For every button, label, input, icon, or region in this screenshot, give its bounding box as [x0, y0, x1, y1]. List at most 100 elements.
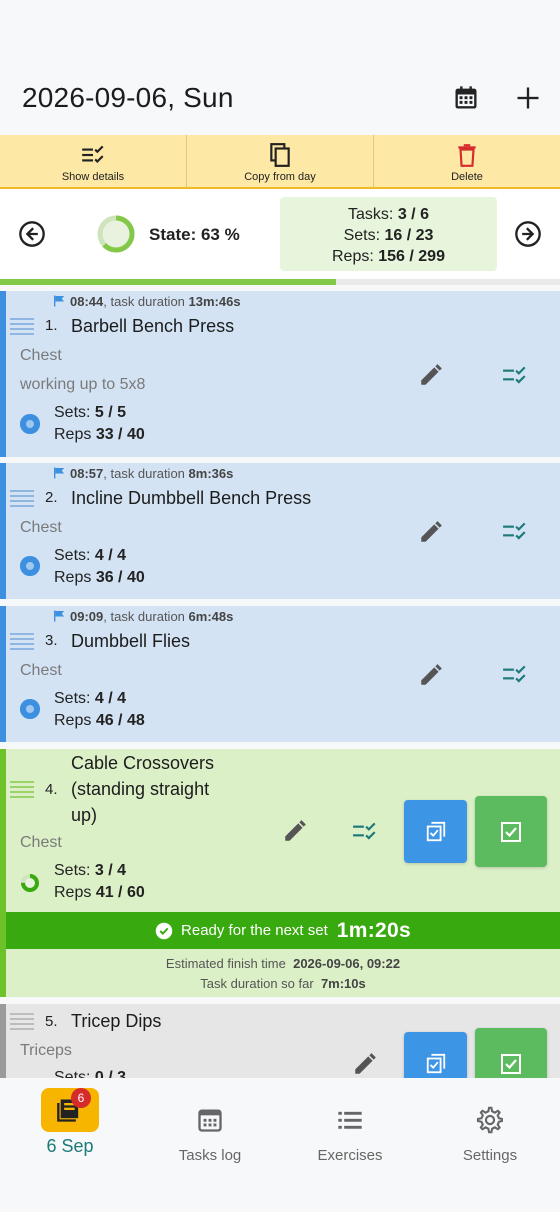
- task-muscle: Chest: [20, 662, 62, 679]
- task-card-3[interactable]: 09:09, task duration 6m:48s 3. Dumbbell …: [0, 606, 560, 742]
- copy-from-day-label: Copy from day: [244, 171, 316, 183]
- log-set-details-button[interactable]: [404, 1032, 467, 1078]
- task-name-line: up): [71, 805, 98, 825]
- rest-timer-banner: Ready for the next set 1m:20s: [6, 912, 560, 949]
- pencil-icon[interactable]: [418, 362, 444, 388]
- est-label: Estimated finish time: [165, 956, 286, 971]
- complete-set-button[interactable]: [475, 1028, 547, 1078]
- task-meta: 08:44, task duration 13m:46s: [70, 294, 241, 309]
- reps-label: Reps: [54, 569, 92, 586]
- copy-from-day-button[interactable]: Copy from day: [187, 135, 374, 187]
- task-number: 3.: [45, 632, 58, 649]
- app-header: 2026-09-06, Sun: [0, 0, 560, 135]
- reps-value: 36 / 40: [95, 569, 145, 586]
- reps-value: 46 / 48: [95, 712, 145, 729]
- delete-day-button[interactable]: Delete: [374, 135, 560, 187]
- drag-handle-icon[interactable]: [10, 490, 34, 510]
- task-reps: Reps 46 / 48: [54, 712, 145, 730]
- checklist-icon: [82, 145, 104, 164]
- state-value: 63 %: [200, 225, 240, 244]
- estimate-panel: Estimated finish time 2026-09-06, 09:22 …: [6, 951, 560, 996]
- pencil-icon[interactable]: [418, 662, 444, 688]
- arrow-right-circle-icon[interactable]: [514, 220, 542, 248]
- sets-label: Sets:: [54, 690, 91, 707]
- task-reps: Reps 33 / 40: [54, 426, 145, 444]
- tasks-badge: 6: [71, 1088, 91, 1108]
- drag-handle-icon[interactable]: [10, 633, 34, 653]
- flag-icon: [54, 295, 65, 307]
- complete-set-button[interactable]: [475, 796, 547, 867]
- bottom-navigation: 6 6 Sep Tasks log Exercises Settings: [0, 1078, 560, 1212]
- task-muscle: Chest: [20, 347, 62, 364]
- sets-value: 4 / 4: [94, 547, 127, 564]
- task-card-5[interactable]: 5. Tricep Dips Triceps Sets: 0 / 3: [0, 1004, 560, 1078]
- drag-handle-icon[interactable]: [10, 781, 34, 801]
- plus-icon[interactable]: [514, 84, 542, 112]
- tab-tasks-log-label: Tasks log: [178, 1147, 242, 1164]
- estimated-finish: Estimated finish time 2026-09-06, 09:22: [6, 954, 560, 974]
- tasks-count: Tasks: 3 / 6: [280, 204, 497, 225]
- checklist-icon[interactable]: [352, 818, 378, 844]
- sets-label: Sets:: [54, 404, 91, 421]
- checklist-icon[interactable]: [502, 362, 528, 388]
- task-note: working up to 5x8: [20, 376, 146, 393]
- calendar-icon[interactable]: [452, 84, 480, 112]
- task-name[interactable]: Cable Crossovers (standing straight up): [71, 750, 214, 828]
- reps-count: Reps: 156 / 299: [280, 246, 497, 267]
- reps-value: 41 / 60: [95, 884, 145, 901]
- flag-icon: [54, 610, 65, 622]
- task-number: 4.: [45, 781, 58, 798]
- task-number: 2.: [45, 489, 58, 506]
- log-set-details-button[interactable]: [404, 800, 467, 863]
- stats-summary: Tasks: 3 / 6 Sets: 16 / 23 Reps: 156 / 2…: [280, 197, 497, 271]
- task-name[interactable]: Tricep Dips: [71, 1008, 161, 1034]
- drag-handle-icon[interactable]: [10, 1013, 34, 1033]
- day-progress-fill: [0, 279, 336, 285]
- task-sets: Sets: 5 / 5: [54, 404, 126, 422]
- checklist-icon[interactable]: [502, 518, 528, 544]
- pencil-icon[interactable]: [352, 1051, 378, 1077]
- task-duration: 6m:48s: [188, 609, 234, 624]
- reps-value: 156 / 299: [378, 248, 445, 265]
- est-value: 2026-09-06, 09:22: [293, 956, 401, 971]
- delete-label: Delete: [451, 171, 483, 183]
- checklist-icon[interactable]: [502, 661, 528, 687]
- checkbox-icon: [501, 1053, 521, 1074]
- day-stats: State: 63 % Tasks: 3 / 6 Sets: 16 / 23 R…: [0, 189, 560, 279]
- checkbox-stack-icon: [426, 821, 445, 841]
- task-name[interactable]: Dumbbell Flies: [71, 628, 190, 654]
- task-meta: 08:57, task duration 8m:36s: [70, 466, 233, 481]
- gear-icon: [476, 1106, 503, 1134]
- sets-value: 5 / 5: [94, 404, 127, 421]
- task-card-1[interactable]: 08:44, task duration 13m:46s 1. Barbell …: [0, 291, 560, 457]
- task-card-2[interactable]: 08:57, task duration 8m:36s 2. Incline D…: [0, 463, 560, 599]
- pencil-icon[interactable]: [282, 818, 308, 844]
- task-duration-label: , task duration: [103, 294, 189, 309]
- task-status-dot: [20, 414, 40, 434]
- arrow-left-circle-icon[interactable]: [18, 220, 46, 248]
- task-number: 5.: [45, 1013, 58, 1030]
- flag-icon: [54, 467, 65, 479]
- reps-label: Reps:: [332, 248, 374, 265]
- task-muscle: Chest: [20, 519, 62, 536]
- task-duration: 8m:36s: [188, 466, 234, 481]
- pencil-icon[interactable]: [418, 519, 444, 545]
- task-name-line: Cable Crossovers: [71, 753, 215, 773]
- task-muscle: Triceps: [20, 1042, 72, 1059]
- tasks-label: Tasks:: [348, 206, 394, 223]
- drag-handle-icon[interactable]: [10, 318, 34, 338]
- tasks-value: 3 / 6: [397, 206, 429, 223]
- show-details-button[interactable]: Show details: [0, 135, 187, 187]
- rest-timer: 1m:20s: [336, 918, 411, 942]
- tab-today-label: 6 Sep: [46, 1136, 94, 1156]
- task-name[interactable]: Barbell Bench Press: [71, 313, 234, 339]
- tab-exercises-label: Exercises: [317, 1147, 383, 1164]
- task-duration: 13m:46s: [188, 294, 241, 309]
- task-name[interactable]: Incline Dumbbell Bench Press: [71, 485, 311, 511]
- state-label: State:: [149, 225, 197, 244]
- task-number: 1.: [45, 317, 58, 334]
- task-start-time: 09:09: [70, 609, 104, 624]
- page-title: 2026-09-06, Sun: [22, 82, 234, 113]
- copy-icon: [270, 143, 290, 167]
- ready-text: Ready for the next set: [181, 922, 328, 939]
